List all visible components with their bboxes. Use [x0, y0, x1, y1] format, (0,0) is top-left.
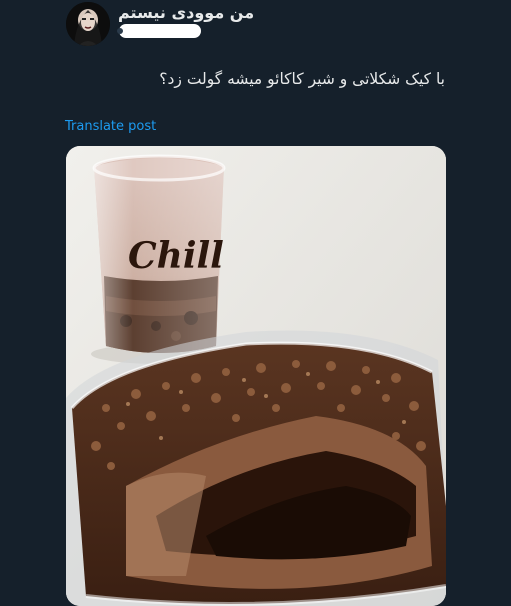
author-handle-redacted	[117, 24, 201, 38]
chocolate-cake-photo: Chill	[66, 146, 446, 606]
avatar-image	[66, 2, 110, 46]
glass-label: Chill	[128, 235, 224, 277]
avatar[interactable]	[66, 2, 110, 46]
post-image[interactable]: Chill	[66, 146, 446, 606]
post: من موودی نیستم با کیک شکلاتی و شیر کاکائ…	[0, 0, 511, 606]
glass: Chill	[92, 154, 226, 353]
author-display-name[interactable]: من موودی نیستم	[118, 3, 254, 22]
translate-post-link[interactable]: Translate post	[65, 119, 156, 134]
post-text: با کیک شکلاتی و شیر کاکائو میشه گولت زد؟	[159, 70, 445, 88]
cake-container	[66, 330, 446, 606]
